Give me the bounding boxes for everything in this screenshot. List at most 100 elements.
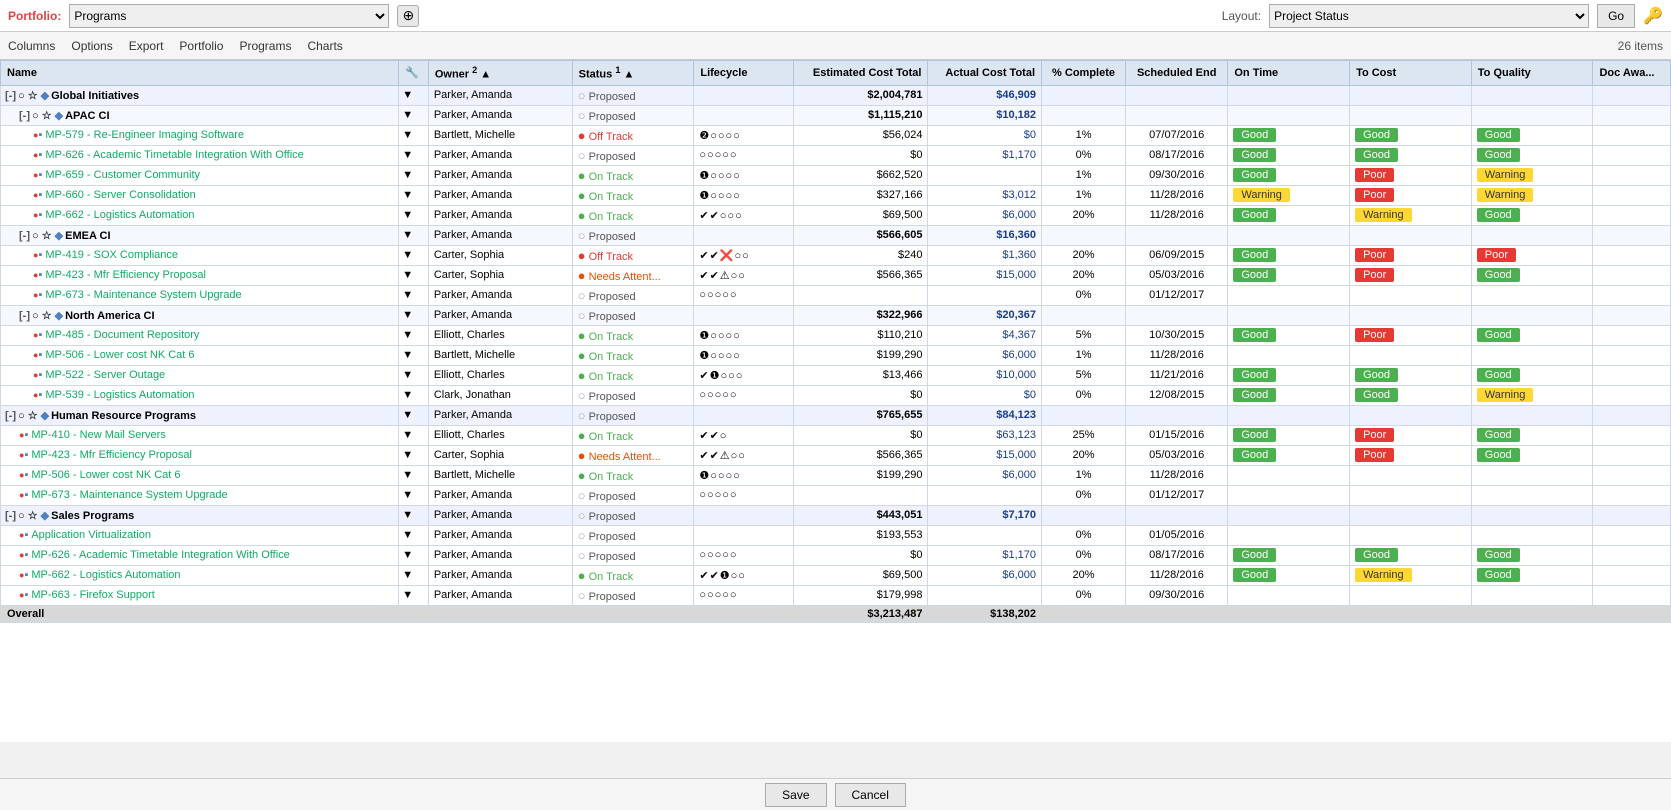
row-dropdown[interactable]: ▼ [399, 425, 429, 445]
expand-icon[interactable]: [-] [19, 310, 30, 322]
name-cell: ●▪MP-626 - Academic Timetable Integratio… [1, 145, 399, 165]
row-name[interactable]: MP-673 - Maintenance System Upgrade [45, 289, 241, 301]
owner-cell: Parker, Amanda [428, 185, 572, 205]
proj-icons: ●▪ [33, 149, 42, 161]
menu-export[interactable]: Export [129, 39, 164, 53]
menu-portfolio[interactable]: Portfolio [179, 39, 223, 53]
row-name[interactable]: MP-419 - SOX Compliance [45, 249, 178, 261]
expand-icon[interactable]: [-] [19, 230, 30, 242]
row-name[interactable]: MP-660 - Server Consolidation [45, 189, 195, 201]
portfolio-label: Portfolio: [8, 9, 61, 23]
tocost-cell: Warning [1350, 205, 1472, 225]
badge-good: Good [1355, 148, 1398, 162]
row-name[interactable]: MP-522 - Server Outage [45, 369, 165, 381]
badge-poor: Poor [1355, 168, 1394, 182]
expand-icon[interactable]: [-] [19, 110, 30, 122]
row-dropdown[interactable]: ▼ [399, 565, 429, 585]
row-name[interactable]: MP-539 - Logistics Automation [45, 389, 194, 401]
row-dropdown[interactable]: ▼ [399, 85, 429, 105]
main-table-container[interactable]: Name 🔧 Owner 2 ▲ Status 1 ▲ Lifecycle Es… [0, 60, 1671, 742]
row-dropdown[interactable]: ▼ [399, 165, 429, 185]
row-dropdown[interactable]: ▼ [399, 225, 429, 245]
row-name[interactable]: MP-662 - Logistics Automation [31, 569, 180, 581]
row-name[interactable]: MP-662 - Logistics Automation [45, 209, 194, 221]
badge-warning: Warning [1477, 168, 1534, 182]
row-name[interactable]: MP-659 - Customer Community [45, 169, 200, 181]
badge-good: Good [1477, 548, 1520, 562]
row-name[interactable]: Global Initiatives [51, 90, 139, 102]
row-dropdown[interactable]: ▼ [399, 125, 429, 145]
expand-icon[interactable]: [-] [5, 410, 16, 422]
row-name[interactable]: MP-423 - Mfr Efficiency Proposal [45, 269, 206, 281]
save-button[interactable]: Save [765, 783, 826, 807]
row-dropdown[interactable]: ▼ [399, 385, 429, 405]
row-name[interactable]: Human Resource Programs [51, 410, 196, 422]
row-dropdown[interactable]: ▼ [399, 145, 429, 165]
col-ontime: On Time [1228, 61, 1350, 86]
sched-cell [1126, 405, 1228, 425]
portfolio-select[interactable]: Programs [69, 4, 389, 28]
row-name[interactable]: MP-423 - Mfr Efficiency Proposal [31, 449, 192, 461]
add-button[interactable]: ⊕ [397, 5, 419, 27]
expand-icon[interactable]: [-] [5, 90, 16, 102]
menu-charts[interactable]: Charts [307, 39, 342, 53]
col-name: Name [1, 61, 399, 86]
row-dropdown[interactable]: ▼ [399, 205, 429, 225]
row-name[interactable]: MP-663 - Firefox Support [31, 589, 155, 601]
row-name[interactable]: APAC CI [65, 110, 109, 122]
row-name[interactable]: MP-506 - Lower cost NK Cat 6 [45, 349, 194, 361]
row-dropdown[interactable]: ▼ [399, 305, 429, 325]
row-dropdown[interactable]: ▼ [399, 445, 429, 465]
lifecycle-cell: ✔✔○○○ [694, 205, 794, 225]
row-name[interactable]: MP-506 - Lower cost NK Cat 6 [31, 469, 180, 481]
row-name[interactable]: MP-673 - Maintenance System Upgrade [31, 489, 227, 501]
status-dot-orange: ● [578, 448, 586, 463]
row-dropdown[interactable]: ▼ [399, 545, 429, 565]
menu-options[interactable]: Options [71, 39, 112, 53]
pct-cell: 20% [1042, 205, 1126, 225]
row-dropdown[interactable]: ▼ [399, 325, 429, 345]
sched-cell: 11/28/2016 [1126, 185, 1228, 205]
layout-label: Layout: [1222, 9, 1261, 23]
status-text: On Track [589, 171, 634, 183]
menu-programs[interactable]: Programs [239, 39, 291, 53]
row-dropdown[interactable]: ▼ [399, 405, 429, 425]
row-name[interactable]: Sales Programs [51, 510, 134, 522]
est-cell: $0 [793, 385, 928, 405]
row-name[interactable]: EMEA CI [65, 230, 110, 242]
menu-columns[interactable]: Columns [8, 39, 55, 53]
name-cell: ●▪MP-539 - Logistics Automation [1, 385, 399, 405]
lifecycle-cell: ✔✔❌○○ [694, 245, 794, 265]
row-name[interactable]: MP-410 - New Mail Servers [31, 429, 165, 441]
cancel-button[interactable]: Cancel [835, 783, 906, 807]
row-dropdown[interactable]: ▼ [399, 365, 429, 385]
row-dropdown[interactable]: ▼ [399, 505, 429, 525]
row-dropdown[interactable]: ▼ [399, 485, 429, 505]
row-dropdown[interactable]: ▼ [399, 585, 429, 605]
row-dropdown[interactable]: ▼ [399, 245, 429, 265]
row-dropdown[interactable]: ▼ [399, 105, 429, 125]
expand-icon[interactable]: [-] [5, 510, 16, 522]
status-dot-green: ● [578, 328, 586, 343]
row-dropdown[interactable]: ▼ [399, 525, 429, 545]
row-name[interactable]: MP-626 - Academic Timetable Integration … [45, 149, 303, 161]
status-dot-green: ● [578, 428, 586, 443]
status-cell: ● On Track [572, 205, 694, 225]
tocost-cell: Poor [1350, 265, 1472, 285]
row-name[interactable]: North America CI [65, 310, 154, 322]
row-name[interactable]: MP-626 - Academic Timetable Integration … [31, 549, 289, 561]
row-dropdown[interactable]: ▼ [399, 185, 429, 205]
layout-select[interactable]: Project Status [1269, 4, 1589, 28]
row-dropdown[interactable]: ▼ [399, 265, 429, 285]
row-name[interactable]: MP-485 - Document Repository [45, 329, 199, 341]
row-dropdown[interactable]: ▼ [399, 345, 429, 365]
status-cell: ○ Proposed [572, 405, 694, 425]
pct-cell [1042, 305, 1126, 325]
go-button[interactable]: Go [1597, 4, 1635, 28]
badge-poor: Poor [1355, 248, 1394, 262]
badge-warning: Warning [1477, 188, 1534, 202]
row-dropdown[interactable]: ▼ [399, 465, 429, 485]
row-name[interactable]: MP-579 - Re-Engineer Imaging Software [45, 129, 244, 141]
row-name[interactable]: Application Virtualization [31, 529, 151, 541]
row-dropdown[interactable]: ▼ [399, 285, 429, 305]
